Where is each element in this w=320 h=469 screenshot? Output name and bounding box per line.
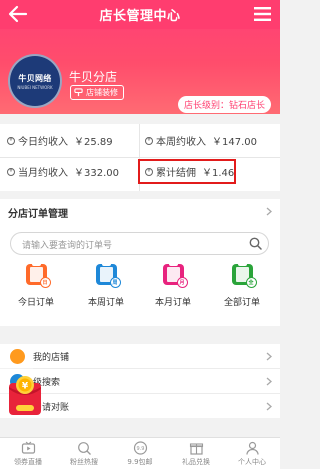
- all-orders-label: 全部订单: [223, 298, 260, 308]
- today-orders-button[interactable]: 日 今日订单: [6, 262, 66, 308]
- tab-label: 领券直播: [14, 458, 42, 466]
- week-orders-button[interactable]: 周 本周订单: [76, 262, 136, 308]
- tab-label: 9.9包邮: [127, 458, 153, 466]
- back-arrow-icon[interactable]: [8, 5, 28, 23]
- shop-decoration-label: 店铺装修: [86, 88, 118, 97]
- month-orders-button[interactable]: 月 本月订单: [143, 262, 203, 308]
- stat-today-income[interactable]: ¥ 今日约收入 ￥25.89: [7, 132, 113, 149]
- tab-label: 粉丝热搜: [70, 458, 98, 466]
- branch-order-management: 分店订单管理 请输入要查询的订单号 日 今日订单 周 本周订单 月 本月订单 全…: [0, 199, 280, 326]
- yuan-icon: ¥: [7, 167, 15, 176]
- tab-label: 礼品兑换: [182, 458, 210, 466]
- menu-item-my-shop[interactable]: 我的店铺: [0, 344, 280, 368]
- month-orders-icon: 月: [162, 262, 188, 288]
- tab-nine-nine-free-shipping[interactable]: 9.9 9.9包邮: [112, 438, 168, 469]
- all-orders-icon: 全: [231, 262, 257, 288]
- yuan-icon: ¥: [145, 136, 153, 145]
- live-icon: [21, 441, 35, 454]
- chevron-right-icon: [266, 352, 272, 361]
- tab-gift-exchange[interactable]: 礼品兑换: [168, 438, 224, 469]
- page-title: 店长管理中心: [99, 9, 181, 24]
- stat-week-label: 本周约收入: [156, 137, 206, 148]
- today-orders-icon: 日: [25, 262, 51, 288]
- tab-label: 个人中心: [238, 458, 266, 466]
- top-bar: 店长管理中心: [0, 0, 280, 29]
- hamburger-menu-icon[interactable]: [254, 7, 271, 21]
- stat-week-income[interactable]: ¥ 本周约收入 ￥147.00: [145, 132, 257, 149]
- chevron-right-icon: [266, 377, 272, 386]
- yuan-icon: ¥: [7, 136, 15, 145]
- week-orders-icon: 周: [95, 262, 121, 288]
- svg-text:9.9: 9.9: [136, 446, 144, 452]
- hot-search-icon: [77, 442, 91, 455]
- stat-month-income[interactable]: ¥ 当月约收入 ￥332.00: [7, 163, 119, 180]
- order-section-title: 分店订单管理: [8, 209, 68, 220]
- chevron-right-icon[interactable]: [266, 207, 273, 216]
- week-orders-label: 本周订单: [87, 298, 124, 308]
- order-shortcuts: 日 今日订单 周 本周订单 月 本月订单 全 全部订单: [0, 262, 280, 324]
- tab-fan-hot-search[interactable]: 粉丝热搜: [56, 438, 112, 469]
- user-icon: [245, 441, 259, 455]
- tab-personal-center[interactable]: 个人中心: [224, 438, 280, 469]
- shop-decoration-button[interactable]: 店铺装修: [70, 85, 124, 100]
- manager-level-badge: 店长级别：钻石店长: [177, 96, 271, 113]
- stat-month-amount: ￥332.00: [74, 168, 119, 179]
- search-icon[interactable]: [249, 237, 262, 250]
- manager-level-label: 店长级别：钻石店长: [183, 101, 265, 111]
- stat-today-label: 今日约收入: [18, 137, 68, 148]
- nine-nine-icon: 9.9: [133, 441, 147, 455]
- chevron-right-icon: [266, 402, 272, 411]
- shop-logo-avatar: 牛贝网络 NIUBEI NETWORK: [8, 54, 62, 108]
- stat-week-amount: ￥147.00: [212, 137, 257, 148]
- logo-text: 牛贝网络: [18, 73, 52, 83]
- tab-coupon-live[interactable]: 领券直播: [0, 438, 56, 469]
- stat-month-label: 当月约收入: [18, 168, 68, 179]
- order-search-input[interactable]: 请输入要查询的订单号: [10, 232, 269, 255]
- shop-name: 牛贝分店: [69, 70, 118, 84]
- search-placeholder: 请输入要查询的订单号: [22, 241, 113, 251]
- menu-item-label: 我的店铺: [33, 352, 70, 363]
- red-packet-icon[interactable]: ¥: [6, 375, 44, 416]
- stats-divider-horizontal: [0, 157, 280, 158]
- today-orders-label: 今日订单: [17, 298, 54, 308]
- month-orders-label: 本月订单: [154, 298, 191, 308]
- all-orders-button[interactable]: 全 全部订单: [212, 262, 272, 308]
- svg-text:¥: ¥: [22, 382, 29, 392]
- gift-icon: [189, 443, 203, 455]
- shop-icon: [10, 348, 25, 364]
- stat-today-amount: ￥25.89: [74, 137, 113, 148]
- paint-icon: [74, 88, 83, 97]
- bottom-tab-bar: 领券直播 粉丝热搜 9.9 9.9包邮 礼品兑换 个人中心: [0, 437, 280, 469]
- highlight-box: [138, 159, 236, 184]
- shop-profile-banner: 牛贝网络 NIUBEI NETWORK 牛贝分店 店铺装修 店长级别：钻石店长: [0, 29, 280, 114]
- logo-subtext: NIUBEI NETWORK: [17, 84, 53, 90]
